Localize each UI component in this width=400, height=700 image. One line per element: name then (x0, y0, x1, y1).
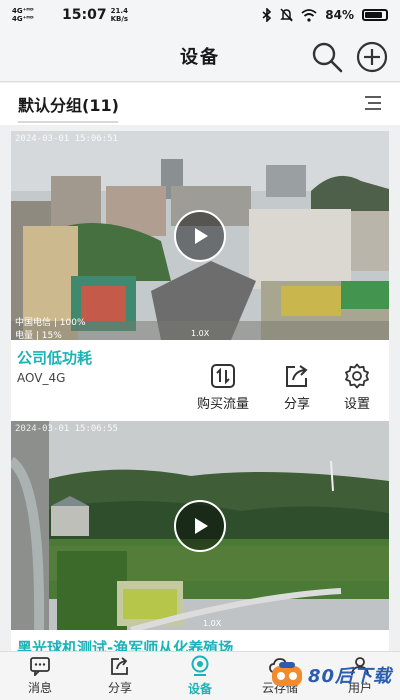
signal-info: 中国电信 | 100% (15, 318, 86, 328)
group-title[interactable]: 默认分组(11) (18, 92, 119, 116)
camera-snapshot[interactable]: 2024-03-01 15:06:51 中国电信 | 100% 电量 | 15%… (11, 131, 389, 340)
network-indicator: 4G⁺ᴴᴰ 4G⁺ᴴᴰ (12, 7, 58, 23)
silent-bell-icon (280, 8, 294, 22)
device-card: 2024-03-01 15:06:55 1.0X 黑光球机测试-渔军师从化养殖场 (11, 421, 389, 651)
tab-label: 分享 (107, 681, 132, 695)
battery-icon (362, 9, 388, 21)
tab-label: 消息 (27, 681, 52, 695)
group-menu-button[interactable] (364, 95, 382, 114)
zoom-level: 1.0X (191, 329, 210, 338)
add-device-button[interactable] (355, 40, 389, 74)
play-icon (195, 518, 208, 534)
share-device-button[interactable]: 分享 (265, 363, 329, 412)
search-icon (312, 42, 343, 73)
tab-label: 设备 (187, 682, 212, 696)
bluetooth-icon (262, 8, 272, 22)
share-icon (286, 365, 308, 387)
buy-traffic-button[interactable]: 购买流量 (191, 363, 255, 412)
group-underline (18, 121, 118, 123)
share-icon (111, 657, 128, 675)
device-list[interactable]: 2024-03-01 15:06:51 中国电信 | 100% 电量 | 15%… (0, 125, 400, 651)
battery-info: 电量 | 15% (15, 331, 62, 340)
battery-percent: 84% (325, 8, 354, 22)
carrier-name: 中国电信 (15, 318, 52, 328)
buy-traffic-label: 购买流量 (196, 397, 249, 412)
sim2-network: 4G⁺ᴴᴰ (12, 15, 34, 23)
share-label: 分享 (283, 397, 310, 412)
status-bar: 4G⁺ᴴᴰ 4G⁺ᴴᴰ 15:07 21.4 KB/s 84% (0, 0, 400, 30)
device-settings-button[interactable]: 设置 (325, 363, 389, 412)
snapshot-timestamp: 2024-03-01 15:06:51 (15, 134, 118, 144)
group-bar: 默认分组(11) (0, 83, 400, 125)
tab-devices[interactable]: 设备 (160, 652, 240, 700)
signal-strength: 100% (59, 318, 86, 328)
speed-value: 21.4 (110, 7, 128, 15)
plus-circle-icon (356, 41, 388, 73)
page-title: 设备 (180, 46, 220, 68)
search-button[interactable] (310, 40, 344, 74)
device-name[interactable]: 黑光球机测试-渔军师从化养殖场 (17, 637, 233, 651)
tab-share[interactable]: 分享 (80, 652, 160, 700)
network-speed: 21.4 KB/s (111, 7, 128, 23)
snapshot-timestamp: 2024-03-01 15:06:55 (15, 424, 118, 434)
play-icon (195, 228, 208, 244)
wifi-icon (301, 8, 317, 22)
watermark-logo-icon (271, 662, 302, 686)
site-watermark: 80后下载 (270, 660, 392, 690)
message-icon (30, 657, 50, 676)
traffic-icon (211, 364, 235, 388)
clock: 15:07 (62, 7, 107, 23)
camera-snapshot[interactable]: 2024-03-01 15:06:55 1.0X (11, 421, 389, 630)
tab-messages[interactable]: 消息 (0, 652, 80, 700)
device-icon (191, 655, 209, 676)
settings-label: 设置 (343, 397, 370, 412)
gear-icon (345, 363, 369, 389)
device-model: AOV_4G (17, 371, 66, 385)
battery-label: 电量 (15, 331, 34, 340)
zoom-level: 1.0X (203, 619, 222, 628)
play-button[interactable] (174, 210, 226, 262)
device-name[interactable]: 公司低功耗 (17, 347, 92, 368)
speed-unit: KB/s (110, 15, 129, 23)
device-battery-value: 15% (41, 331, 62, 340)
play-button[interactable] (174, 500, 226, 552)
sim1-network: 4G⁺ᴴᴰ (12, 7, 34, 15)
app-header: 设备 (0, 30, 400, 82)
device-card: 2024-03-01 15:06:51 中国电信 | 100% 电量 | 15%… (11, 131, 389, 421)
watermark-text: 80后下载 (307, 666, 392, 687)
menu-lines-icon (365, 95, 381, 110)
